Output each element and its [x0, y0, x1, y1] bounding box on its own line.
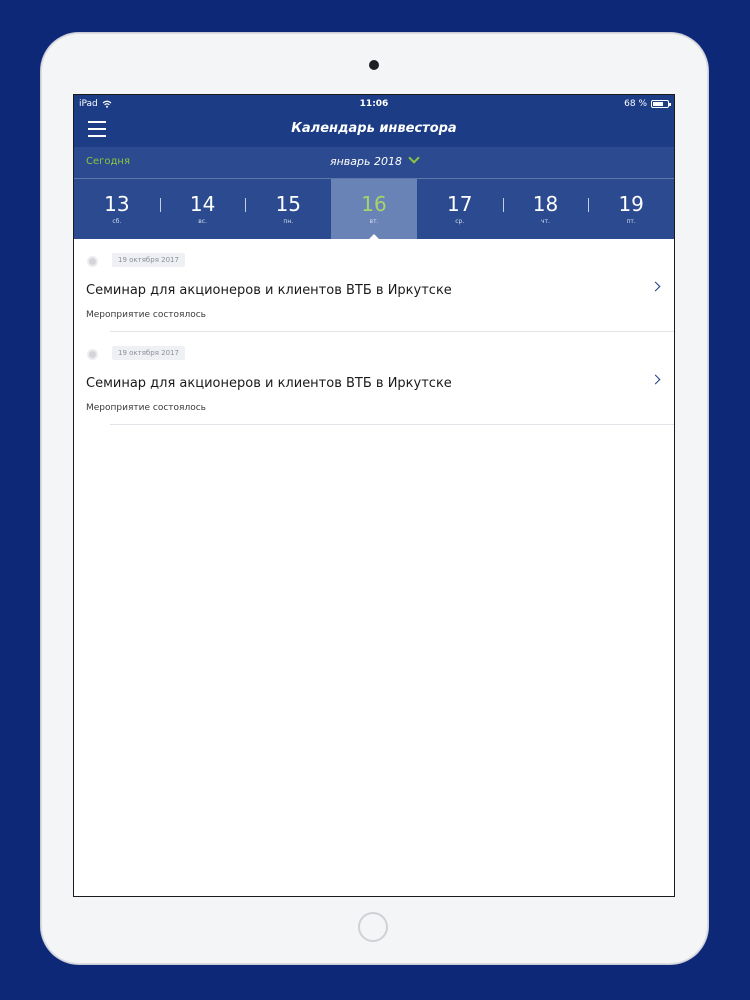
day-weekday: сб. — [112, 218, 122, 225]
day-weekday: вс. — [198, 218, 207, 225]
day-weekday: пн. — [283, 218, 294, 225]
day-cell[interactable]: 13 сб. — [74, 179, 160, 239]
day-number: 19 — [618, 192, 644, 216]
day-weekday: ср. — [455, 218, 465, 225]
status-dot-icon — [87, 349, 98, 360]
battery-icon — [651, 100, 671, 108]
camera-icon — [369, 60, 379, 70]
event-date-badge: 19 октября 2017 — [112, 346, 185, 360]
page-title: Календарь инвестора — [291, 121, 457, 136]
day-cell[interactable]: 17 ср. — [417, 179, 503, 239]
battery-percent: 68 % — [624, 99, 647, 109]
chevron-right-icon — [650, 374, 661, 385]
event-status: Мероприятие состоялось — [86, 403, 206, 413]
event-item[interactable]: 19 октября 2017 Семинар для акционеров и… — [74, 332, 674, 425]
day-weekday: пт. — [626, 218, 636, 225]
day-cell[interactable]: 19 пт. — [588, 179, 674, 239]
status-time: 11:06 — [359, 99, 389, 109]
status-dot-icon — [87, 256, 98, 267]
day-number: 13 — [104, 192, 130, 216]
month-bar: Сегодня январь 2018 — [74, 147, 674, 179]
battery-fill — [653, 102, 663, 106]
event-status: Мероприятие состоялось — [86, 310, 206, 320]
month-label: январь 2018 — [330, 155, 402, 168]
day-weekday: чт. — [540, 218, 550, 225]
day-number: 17 — [447, 192, 473, 216]
day-cell[interactable]: 14 вс. — [159, 179, 246, 239]
event-date-badge: 19 октября 2017 — [112, 253, 185, 267]
chevron-right-icon — [650, 281, 661, 292]
event-title: Семинар для акционеров и клиентов ВТБ в … — [86, 283, 452, 298]
home-button[interactable] — [358, 912, 388, 942]
tablet-screen: iPad 11:06 68 % Календарь инвестора Сего… — [73, 94, 675, 897]
day-cell[interactable]: 15 пн. — [245, 179, 331, 239]
day-number: 18 — [532, 192, 559, 216]
event-list: 19 октября 2017 Семинар для акционеров и… — [74, 239, 674, 425]
day-number: 15 — [275, 192, 302, 216]
chevron-down-icon — [408, 152, 420, 164]
day-number: 14 — [189, 192, 216, 216]
top-area: iPad 11:06 68 % Календарь инвестора — [74, 95, 674, 147]
app-header: Календарь инвестора — [74, 113, 674, 147]
month-picker[interactable]: январь 2018 — [74, 152, 674, 168]
event-title: Семинар для акционеров и клиентов ВТБ в … — [86, 376, 452, 391]
app-store-screenshot: iPad 11:06 68 % Календарь инвестора Сего… — [0, 0, 750, 1000]
day-cell-selected[interactable]: 16 вт. — [331, 179, 417, 239]
status-bar: iPad 11:06 68 % — [74, 95, 674, 113]
day-cell[interactable]: 18 чт. — [502, 179, 589, 239]
status-right: 68 % — [624, 99, 671, 109]
day-number: 16 — [361, 192, 387, 216]
day-strip: 13 сб. 14 вс. 15 пн. 16 вт. 17 ср. 18 чт… — [74, 179, 674, 239]
event-item[interactable]: 19 октября 2017 Семинар для акционеров и… — [74, 239, 674, 332]
day-weekday: вт. — [369, 218, 379, 225]
